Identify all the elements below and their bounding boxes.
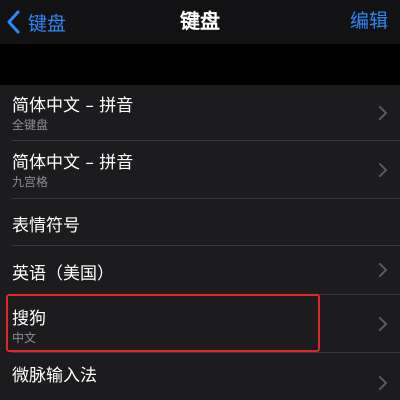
list-item-keyboard[interactable]: 英语（美国）	[0, 246, 400, 294]
list-item-title: 简体中文 – 拼音	[12, 153, 134, 173]
chevron-right-icon	[378, 105, 388, 121]
list-item-title: 表情符号	[12, 216, 80, 236]
edit-button[interactable]: 编辑	[350, 0, 388, 44]
list-item-title: 微脉输入法	[12, 366, 97, 386]
page-title: 键盘	[180, 9, 220, 33]
list-item-subtitle: 全键盘	[12, 118, 49, 132]
list-item-keyboard[interactable]: 表情符号	[0, 199, 400, 245]
navigation-bar: 键盘 键盘 编辑	[0, 0, 400, 44]
chevron-right-icon	[378, 262, 388, 278]
list-item-title: 搜狗	[12, 309, 46, 329]
list-item-keyboard[interactable]: 简体中文 – 拼音 全键盘	[0, 85, 400, 140]
list-item-subtitle: 九宫格	[12, 175, 49, 189]
chevron-right-icon	[378, 375, 388, 391]
keyboard-settings-screen: 键盘 键盘 编辑 简体中文 – 拼音 全键盘 简体中文 – 拼音 九宫格 表情符…	[0, 0, 400, 400]
keyboard-list: 简体中文 – 拼音 全键盘 简体中文 – 拼音 九宫格 表情符号 英语（美国）	[0, 85, 400, 400]
list-item-subtitle: 中文	[12, 331, 37, 345]
list-item-keyboard-sogou[interactable]: 搜狗 中文	[0, 295, 400, 352]
section-header-gap	[0, 44, 400, 85]
list-item-title: 英语（美国）	[12, 264, 114, 284]
list-item-title: 简体中文 – 拼音	[12, 96, 134, 116]
list-item-keyboard[interactable]: 简体中文 – 拼音 九宫格	[0, 141, 400, 198]
chevron-right-icon	[378, 316, 388, 332]
chevron-right-icon	[378, 162, 388, 178]
list-item-keyboard[interactable]: 微脉输入法	[0, 353, 400, 400]
